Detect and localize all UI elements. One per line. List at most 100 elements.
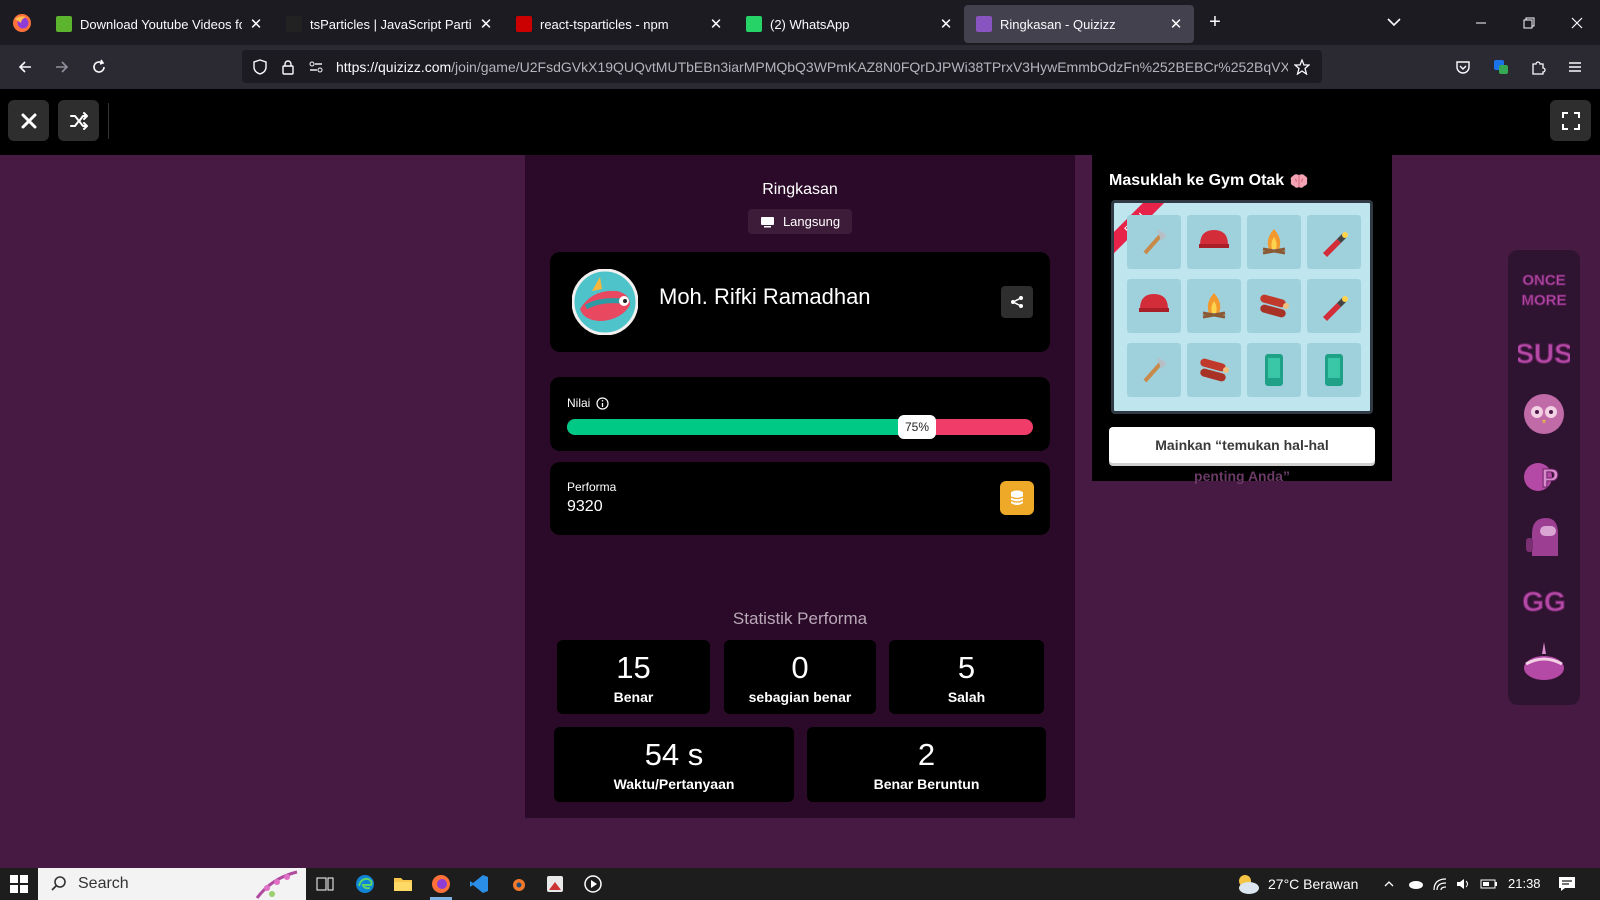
tab-close-icon[interactable]: ✕ [1168, 15, 1184, 33]
performance-label: Performa [567, 480, 617, 494]
gg-sticker[interactable]: GG [1518, 574, 1570, 624]
player-name: Moh. Rifki Ramadhan [659, 284, 871, 309]
browser-tab-bar: Download Youtube Videos for F✕tsParticle… [0, 0, 1600, 45]
play-gym-button[interactable]: Mainkan “temukan hal-hal [1109, 427, 1375, 463]
pocket-icon[interactable] [1446, 50, 1480, 84]
wifi-icon[interactable] [1428, 872, 1452, 896]
weather-icon[interactable] [1232, 872, 1262, 896]
sticker-text: GG [1522, 586, 1566, 617]
tab-close-icon[interactable]: ✕ [708, 15, 724, 33]
divider [108, 103, 109, 139]
url-bar[interactable]: https://quizizz.com/join/game/U2FsdGVkX1… [242, 50, 1322, 83]
tab-title: tsParticles | JavaScript Particles, [310, 16, 472, 32]
score-progress-bar: 75% [567, 415, 1033, 439]
fullscreen-button[interactable] [1550, 100, 1591, 141]
close-quiz-button[interactable] [8, 100, 49, 141]
sticker-text: SUS [1518, 338, 1570, 369]
weather-text[interactable]: 27°C Berawan [1268, 876, 1358, 892]
url-host: https://quizizz.com [336, 58, 452, 75]
browser-tab[interactable]: (2) WhatsApp ✕ [734, 5, 964, 43]
shuffle-button[interactable] [58, 100, 99, 141]
reload-icon[interactable] [82, 50, 116, 84]
file-explorer-icon[interactable] [391, 872, 415, 896]
info-icon[interactable] [596, 396, 609, 410]
paint-app-icon[interactable] [543, 872, 567, 896]
stat-partial: 0 sebagian benar [724, 640, 876, 714]
windows-taskbar: Search 27°C Berawan 21:38 [0, 868, 1600, 900]
media-player-icon[interactable] [581, 872, 605, 896]
notifications-icon[interactable] [1555, 872, 1579, 896]
coins-icon [1010, 490, 1024, 505]
phone-icon [1307, 343, 1361, 397]
volume-icon[interactable] [1452, 872, 1476, 896]
browser-tab[interactable]: react-tsparticles - npm ✕ [504, 5, 734, 43]
task-view-icon[interactable] [313, 872, 337, 896]
stat-label: Salah [947, 689, 986, 705]
tab-close-icon[interactable]: ✕ [938, 15, 954, 33]
sticker-text: P [1541, 463, 1558, 493]
stat-value: 0 [791, 650, 809, 685]
gym-preview-image[interactable]: BARU [1111, 200, 1373, 414]
share-icon [1011, 296, 1023, 308]
campfire-icon [1187, 279, 1241, 333]
tab-list-icon[interactable] [1384, 12, 1404, 32]
stat-correct: 15 Benar [557, 640, 710, 714]
extensions-icon[interactable] [1521, 50, 1555, 84]
show-hidden-icons-icon[interactable] [1377, 872, 1401, 896]
astronaut-sticker[interactable] [1518, 512, 1570, 562]
stat-label: sebagian benar [748, 689, 852, 705]
battery-icon[interactable] [1477, 872, 1501, 896]
gym-title: Masuklah ke Gym Otak [1109, 172, 1308, 190]
clock-time[interactable]: 21:38 [1508, 876, 1541, 891]
restore-icon[interactable] [1506, 0, 1552, 45]
stat-incorrect: 5 Salah [889, 640, 1044, 714]
lock-icon[interactable] [274, 50, 302, 83]
sus-sticker[interactable]: SUS [1518, 326, 1570, 376]
tab-title: Ringkasan - Quizizz [1000, 16, 1116, 32]
windows-start-icon[interactable] [7, 872, 31, 896]
cake-sticker[interactable] [1518, 636, 1570, 686]
brain-icon [1290, 174, 1308, 188]
score-label: Nilai [567, 396, 591, 410]
browser-tab[interactable]: Ringkasan - Quizizz ✕ [964, 5, 1194, 43]
firefox-taskbar-icon[interactable] [429, 872, 453, 896]
once-more-sticker[interactable]: ONCE MORE [1518, 264, 1570, 314]
vscode-icon[interactable] [467, 872, 491, 896]
shield-icon[interactable] [246, 50, 274, 83]
tab-close-icon[interactable]: ✕ [248, 15, 264, 33]
onedrive-icon[interactable] [1403, 872, 1427, 896]
close-window-icon[interactable] [1554, 0, 1600, 45]
score-card: Nilai 75% [550, 377, 1050, 451]
edge-icon[interactable] [353, 872, 377, 896]
flashlight-icon [1307, 279, 1361, 333]
blender-icon[interactable] [505, 872, 529, 896]
firefox-logo-icon[interactable] [0, 0, 44, 45]
page-title: Ringkasan [762, 181, 838, 198]
browser-tab[interactable]: Download Youtube Videos for F ✕ [44, 5, 274, 43]
bookmark-star-icon[interactable] [1288, 50, 1316, 83]
url-text[interactable]: https://quizizz.com/join/game/U2FsdGVkX1… [336, 59, 1288, 75]
campfire-icon [1247, 215, 1301, 269]
stats-title: Statistik Performa [732, 609, 868, 628]
share-button[interactable] [1001, 286, 1033, 318]
forward-icon[interactable] [45, 50, 79, 84]
p-sticker[interactable]: P [1518, 450, 1570, 500]
browser-tab[interactable]: tsParticles | JavaScript Particles, ✕ [274, 5, 504, 43]
search-placeholder: Search [78, 875, 129, 892]
presentation-icon [760, 216, 774, 227]
mode-badge: Langsung [748, 209, 852, 234]
back-icon[interactable] [8, 50, 42, 84]
new-tab-button[interactable]: + [1200, 8, 1230, 38]
owl-sticker[interactable] [1518, 388, 1570, 438]
minimize-icon[interactable] [1458, 0, 1504, 45]
flashlight-icon [1307, 215, 1361, 269]
permissions-icon[interactable] [302, 50, 330, 83]
menu-icon[interactable] [1558, 50, 1592, 84]
coins-button[interactable] [1000, 481, 1034, 515]
tab-close-icon[interactable]: ✕ [478, 15, 494, 33]
translate-extension-icon[interactable] [1484, 50, 1518, 84]
stat-value: 5 [957, 650, 976, 685]
stat-label: Benar Beruntun [873, 776, 980, 792]
helmet-icon [1127, 279, 1181, 333]
taskbar-search[interactable]: Search [38, 868, 306, 900]
